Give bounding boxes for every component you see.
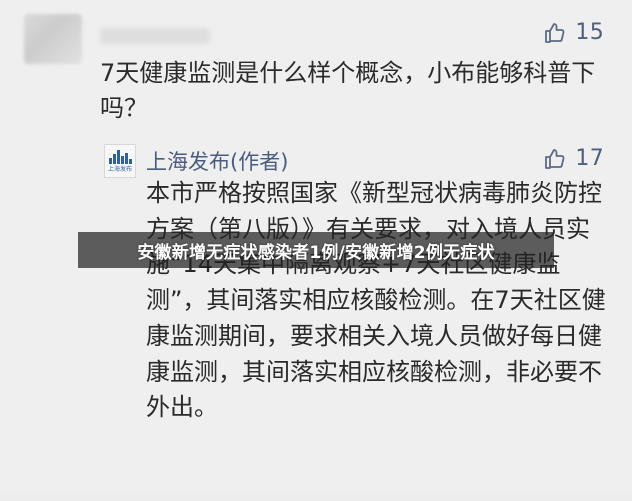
shanghai-fabu-logo-icon: 上海发布 [104, 144, 136, 178]
comment-text: 7天健康监测是什么样个概念，小布能够科普下吗？ [100, 59, 596, 122]
like-count: 17 [575, 146, 604, 171]
bottom-fade [0, 491, 632, 501]
comments-page: 15 7天健康监测是什么样个概念，小布能够科普下吗？ 上海发布 上海发布(作者)… [0, 0, 632, 501]
like-button[interactable]: 17 [543, 146, 604, 171]
avatar[interactable] [24, 14, 82, 64]
like-button[interactable]: 15 [543, 20, 604, 45]
headline-banner: 安徽新增无症状感染者1例/安徽新增2例无症状 [78, 232, 554, 268]
logo-text: 上海发布 [107, 165, 132, 173]
like-count: 15 [575, 20, 604, 45]
reply-text: 本市严格按照国家《新型冠状病毒肺炎防控方案（第八版）》有关要求，对入境人员实施“… [146, 179, 606, 422]
thumbs-up-icon [545, 22, 565, 43]
author-name[interactable]: 上海发布(作者) [146, 146, 288, 176]
headline-text: 安徽新增无症状感染者1例/安徽新增2例无症状 [137, 242, 495, 263]
comment-item: 15 7天健康监测是什么样个概念，小布能够科普下吗？ [0, 0, 632, 140]
thumbs-up-icon [545, 148, 565, 169]
author-row: 上海发布 上海发布(作者) [104, 144, 288, 178]
skyline-icon [108, 149, 132, 164]
user-name [100, 28, 210, 44]
